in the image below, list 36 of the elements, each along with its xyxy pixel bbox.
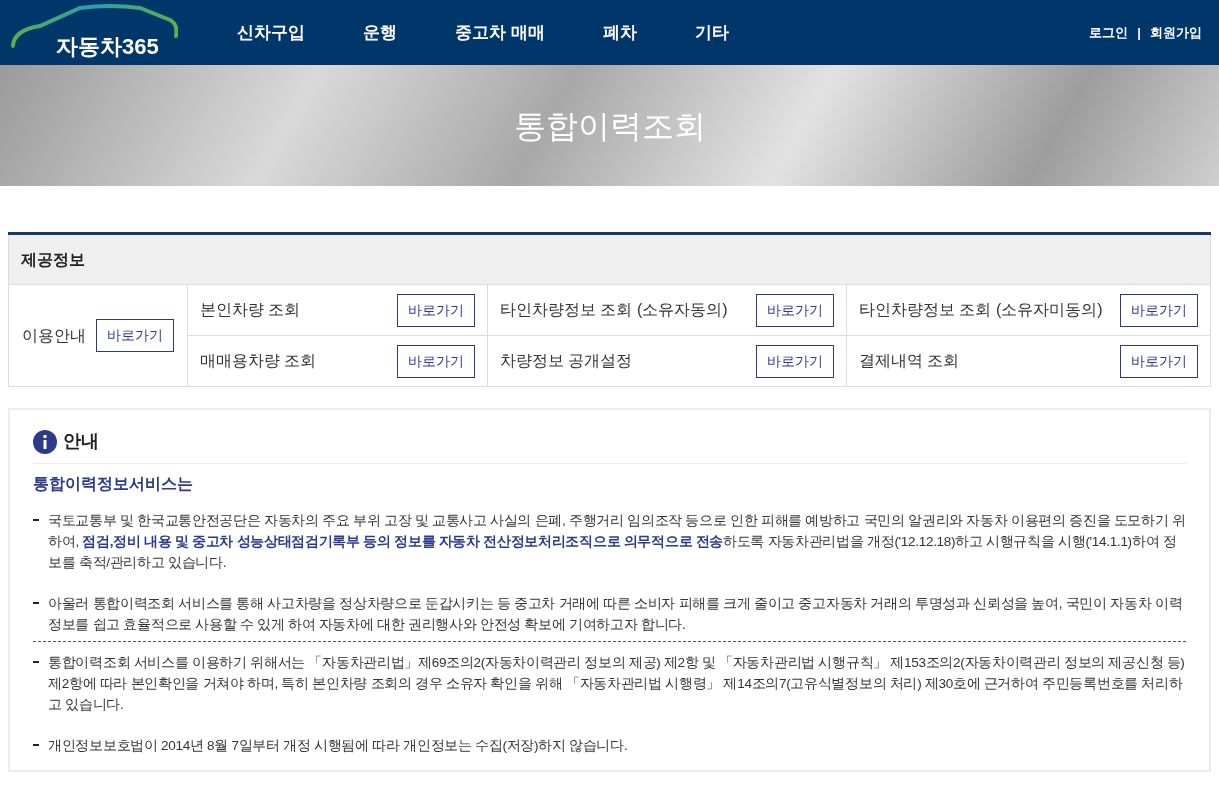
go-button[interactable]: 바로가기 xyxy=(96,319,174,352)
bullet-dash xyxy=(33,744,39,746)
nav-link[interactable]: 신차구입 xyxy=(237,19,305,46)
cell-label: 매매용차량 조회 xyxy=(200,351,317,371)
table-title: 제공정보 xyxy=(21,249,85,270)
go-button[interactable]: 바로가기 xyxy=(756,344,834,378)
bullet-dash xyxy=(33,519,39,521)
notice-subtitle: 통합이력정보서비스는 xyxy=(33,474,194,494)
bullet-dash xyxy=(33,661,39,663)
nav-link[interactable]: 중고차 매매 xyxy=(455,19,545,46)
separator: | xyxy=(1137,23,1141,42)
go-button[interactable]: 바로가기 xyxy=(1120,293,1198,327)
cell-label: 차량정보 공개설정 xyxy=(500,351,633,371)
go-button[interactable]: 바로가기 xyxy=(1120,344,1198,378)
nav-link[interactable]: 운행 xyxy=(363,19,397,46)
info-icon xyxy=(33,429,57,454)
cell-label: 이용안내 xyxy=(22,325,86,346)
notice-paragraph: 개인정보보호법이 2014년 8월 7일부터 개정 시행됨에 따라 개인정보는 수집(저장)하지 않습니다. xyxy=(48,737,628,755)
notice-title: 안내 xyxy=(63,430,99,453)
bullet-dash xyxy=(33,602,39,604)
cell-label: 본인차량 조회 xyxy=(200,300,301,320)
go-button[interactable]: 바로가기 xyxy=(397,344,475,378)
nav-link[interactable]: 폐차 xyxy=(602,19,637,46)
logo-text[interactable]: 자동차365 xyxy=(56,30,159,63)
login-link[interactable]: 로그인 xyxy=(1089,22,1129,43)
go-button[interactable]: 바로가기 xyxy=(397,293,475,327)
nav-link[interactable]: 기타 xyxy=(694,19,729,46)
notice-paragraph: 국토교통부 및 한국교통안전공단은 자동차의 주요 부위 고장 및 교통사고 사실의 은폐, 주행거리 임의조작 등으로 인한 피해를 예방하고 국민의 알권리와 자동차 이용편의 증진을 도모하기 위하여, 점검,정비 내용 및 중고차 성능상태점검기록부 등의 정보를 자동차 전산정보처리조직으로 의무적으로 전송하도록 자동차관리법을 개정('12.12.18)하고 시행규칙을 시행('14.1.1)하여 정보를 축적/관리하고 있습니다. xyxy=(48,512,1186,572)
go-button[interactable]: 바로가기 xyxy=(756,293,834,327)
notice-paragraph: 통합이력조회 서비스를 이용하기 위해서는 「자동차관리법」제69조의2(자동차이력관리 정보의 제공) 제2항 및 「자동차관리법 시행규칙」 제153조의2(자동차이력관리 정보의 제공신청 등)제2항에 따라 본인확인을 거쳐야 하며, 특히 본인차량 조회의 경우 소유자 확인을 위해 「자동차관리법 시행령」 제14조의7(고유식별정보의 처리) 제30호에 근거하여 주민등록번호를 처리하고 있습니다. xyxy=(48,654,1186,714)
cell-label: 타인차량정보 조회 (소유자미동의) xyxy=(859,300,1103,320)
page-title: 통합이력조회 xyxy=(513,106,706,146)
notice-paragraph: 아울러 통합이력조회 서비스를 통해 사고차량을 정상차량으로 둔갑시키는 등 중고차 거래에 따른 소비자 피해를 크게 줄이고 중고자동차 거래의 투명성과 신뢰성을 높여, 국민이 자동차 이력정보를 쉽고 효율적으로 사용할 수 있게 하여 자동차에 대한 권리행사와 안전성 확보에 기여하고자 합니다. xyxy=(48,595,1184,634)
cell-label: 타인차량정보 조회 (소유자동의) xyxy=(500,300,728,320)
cell-label: 결제내역 조회 xyxy=(859,351,960,371)
signup-link[interactable]: 회원가입 xyxy=(1150,22,1202,43)
